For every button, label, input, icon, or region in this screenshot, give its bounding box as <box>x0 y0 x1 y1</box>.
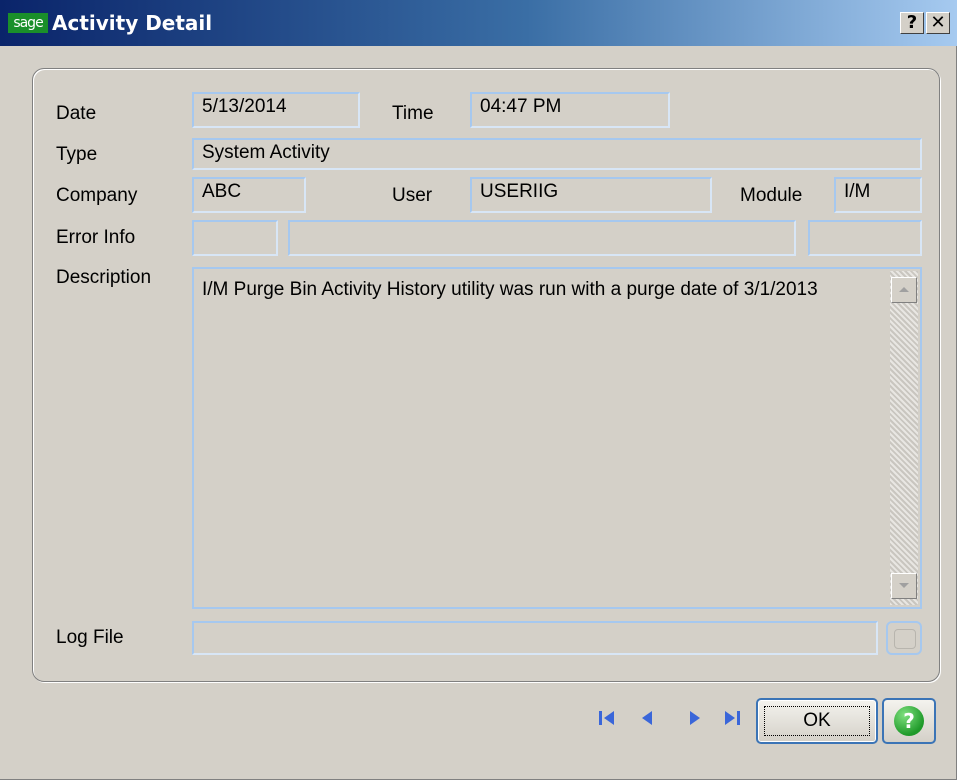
sage-logo: sage <box>8 13 48 33</box>
module-field[interactable]: I/M <box>834 177 922 213</box>
scroll-up-button[interactable] <box>891 277 917 303</box>
description-scrollbar[interactable] <box>890 271 918 605</box>
error-info-field-2[interactable] <box>288 220 796 256</box>
scroll-up-arrow-icon <box>899 287 909 292</box>
log-file-browse-button[interactable] <box>886 621 922 655</box>
browse-icon <box>894 629 916 649</box>
description-label: Description <box>56 267 152 288</box>
last-record-button[interactable] <box>720 706 744 730</box>
description-text: I/M Purge Bin Activity History utility w… <box>202 279 818 300</box>
module-label: Module <box>740 185 803 206</box>
previous-record-icon <box>642 711 652 725</box>
log-file-label: Log File <box>56 627 124 648</box>
user-label: User <box>392 185 433 206</box>
type-field[interactable]: System Activity <box>192 138 922 170</box>
ok-label: OK <box>803 710 831 731</box>
next-record-button[interactable] <box>682 706 706 730</box>
activity-detail-window: sage Activity Detail ? ✕ Date 5/13/2014 … <box>0 0 957 780</box>
scroll-down-button[interactable] <box>891 573 917 599</box>
description-textarea[interactable]: I/M Purge Bin Activity History utility w… <box>192 267 922 609</box>
next-record-icon <box>690 711 700 725</box>
date-field[interactable]: 5/13/2014 <box>192 92 360 128</box>
type-label: Type <box>56 144 98 165</box>
time-field[interactable]: 04:47 PM <box>470 92 670 128</box>
scroll-down-arrow-icon <box>899 583 909 588</box>
help-button[interactable]: ? <box>882 698 936 744</box>
user-field[interactable]: USERIIG <box>470 177 712 213</box>
time-label: Time <box>392 103 434 124</box>
company-field[interactable]: ABC <box>192 177 306 213</box>
last-record-icon <box>725 711 740 725</box>
window-title: Activity Detail <box>52 11 213 35</box>
previous-record-button[interactable] <box>636 706 660 730</box>
error-info-label: Error Info <box>56 227 136 248</box>
ok-button[interactable]: OK <box>756 698 878 744</box>
help-icon: ? <box>894 706 924 736</box>
first-record-icon <box>599 711 614 725</box>
error-info-field-1[interactable] <box>192 220 278 256</box>
company-label: Company <box>56 185 138 206</box>
close-button[interactable]: ✕ <box>926 12 950 34</box>
first-record-button[interactable] <box>596 706 620 730</box>
log-file-field[interactable] <box>192 621 878 655</box>
title-bar[interactable]: sage Activity Detail ? ✕ <box>0 0 957 46</box>
date-label: Date <box>56 103 97 124</box>
title-help-button[interactable]: ? <box>900 12 924 34</box>
error-info-field-3[interactable] <box>808 220 922 256</box>
